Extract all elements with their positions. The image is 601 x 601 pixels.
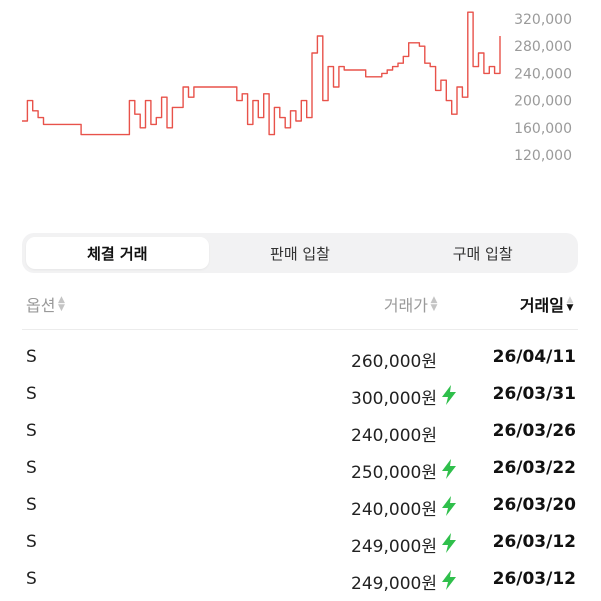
header-price[interactable]: 거래가 ▲ ▼ <box>384 292 438 316</box>
row-price: 240,000원 <box>351 500 437 520</box>
row-date: 26/03/20 <box>492 495 576 515</box>
table-row: S 249,000원 26/03/12 <box>22 562 578 599</box>
table-row: S 250,000원 26/03/22 <box>22 451 578 488</box>
y-tick-label: 240,000 <box>514 66 572 82</box>
header-option[interactable]: 옵션 ▲ ▼ <box>26 292 65 316</box>
row-price: 249,000원 <box>351 537 437 557</box>
sort-icon: ▲ ▼ <box>430 295 438 313</box>
lightning-icon <box>440 458 458 480</box>
tab-buy-bids[interactable]: 구매 입찰 <box>391 237 574 269</box>
row-option: S <box>26 532 37 552</box>
y-tick-label: 320,000 <box>514 12 572 28</box>
header-date[interactable]: 거래일 ▲ ▼ <box>520 292 574 316</box>
table-row: S 260,000원 26/04/11 <box>22 340 578 377</box>
trade-list: S 260,000원 26/04/11 S 300,000원 26/03/31 … <box>22 340 578 599</box>
header-divider <box>22 329 578 330</box>
table-row: S 300,000원 26/03/31 <box>22 377 578 414</box>
header-option-label: 옵션 <box>26 296 56 315</box>
row-option: S <box>26 347 37 367</box>
row-date: 26/03/26 <box>492 421 576 441</box>
row-price: 250,000원 <box>351 463 437 483</box>
row-date: 26/03/22 <box>492 458 576 478</box>
y-tick-label: 120,000 <box>514 148 572 164</box>
table-row: S 249,000원 26/03/12 <box>22 525 578 562</box>
row-date: 26/04/11 <box>492 347 576 367</box>
table-header: 옵션 ▲ ▼ 거래가 ▲ ▼ 거래일 ▲ ▼ <box>22 286 578 320</box>
row-date: 26/03/12 <box>492 569 576 589</box>
row-option: S <box>26 421 37 441</box>
tab-sell-bids[interactable]: 판매 입찰 <box>209 237 392 269</box>
y-tick-label: 280,000 <box>514 39 572 55</box>
row-price: 240,000원 <box>351 426 437 446</box>
sort-desc-icon: ▲ ▼ <box>566 295 574 313</box>
row-price: 249,000원 <box>351 574 437 594</box>
row-date: 26/03/31 <box>492 384 576 404</box>
row-price: 260,000원 <box>351 352 437 372</box>
price-chart-svg: 320,000 280,000 240,000 200,000 160,000 120,0… <box>22 11 572 164</box>
y-tick-label: 200,000 <box>514 94 572 110</box>
y-tick-label: 160,000 <box>514 121 572 137</box>
lightning-icon <box>440 495 458 517</box>
table-row: S 240,000원 26/03/20 <box>22 488 578 525</box>
row-date: 26/03/12 <box>492 532 576 552</box>
row-price: 300,000원 <box>351 389 437 409</box>
header-date-label: 거래일 <box>519 296 564 315</box>
row-option: S <box>26 384 37 404</box>
lightning-icon <box>440 384 458 406</box>
price-series-line <box>22 11 501 136</box>
header-price-label: 거래가 <box>383 296 428 315</box>
trade-tabs: 체결 거래 판매 입찰 구매 입찰 <box>22 233 578 273</box>
row-option: S <box>26 569 37 589</box>
tab-completed-trades[interactable]: 체결 거래 <box>26 237 209 269</box>
row-option: S <box>26 458 37 478</box>
price-chart: 320,000 280,000 240,000 200,000 160,000 120,0… <box>0 0 601 220</box>
table-row: S 240,000원 26/03/26 <box>22 414 578 451</box>
lightning-icon <box>440 532 458 554</box>
sort-icon: ▲ ▼ <box>57 295 65 313</box>
row-option: S <box>26 495 37 515</box>
lightning-icon <box>440 569 458 591</box>
